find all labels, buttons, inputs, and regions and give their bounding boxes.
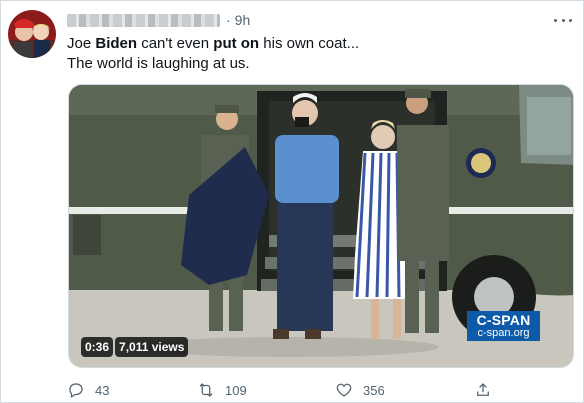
reply-count: 43 [95,382,110,398]
video-stats-overlay: 0:36 7,011 views [81,337,189,357]
tweet-text-line-1: Joe Biden can't even put on his own coat… [67,34,359,54]
tweet-actions: 43 109 356 [67,381,507,401]
text-highlight: Biden [95,35,138,52]
like-count: 356 [363,382,385,398]
avatar[interactable] [8,10,56,58]
reply-icon [69,383,83,398]
separator-dot: · [226,12,231,28]
tweet-card[interactable]: · 9h Joe Biden can't even put on his own… [0,0,584,403]
reply-button[interactable]: 43 [67,381,109,399]
like-icon [336,383,352,397]
video-player[interactable]: C-SPAN c-span.org 0:36 7,011 views [68,84,574,368]
share-icon [477,383,489,396]
text-highlight: put on [213,35,260,52]
tweet-text: Joe Biden can't even put on his own coat… [67,34,359,74]
retweet-button[interactable]: 109 [197,381,247,399]
text-fragment: his own coat... [259,35,360,52]
video-views: 7,011 views [115,337,189,357]
cspan-url: c-span.org [477,327,530,339]
text-fragment: Joe [67,35,96,52]
like-button[interactable]: 356 [335,381,385,399]
cspan-watermark: C-SPAN c-span.org [467,311,540,341]
timestamp[interactable]: 9h [235,12,251,28]
tweet-header: · 9h [67,11,250,29]
text-fragment: can't even [137,35,214,52]
share-button[interactable] [474,381,492,399]
redacted-username [67,13,220,27]
cspan-brand: C-SPAN [476,312,531,328]
video-duration: 0:36 [81,337,114,357]
retweet-count: 109 [225,382,247,398]
tweet-text-line-2: The world is laughing at us. [67,55,250,72]
more-icon[interactable] [554,13,572,27]
retweet-icon [199,383,213,397]
